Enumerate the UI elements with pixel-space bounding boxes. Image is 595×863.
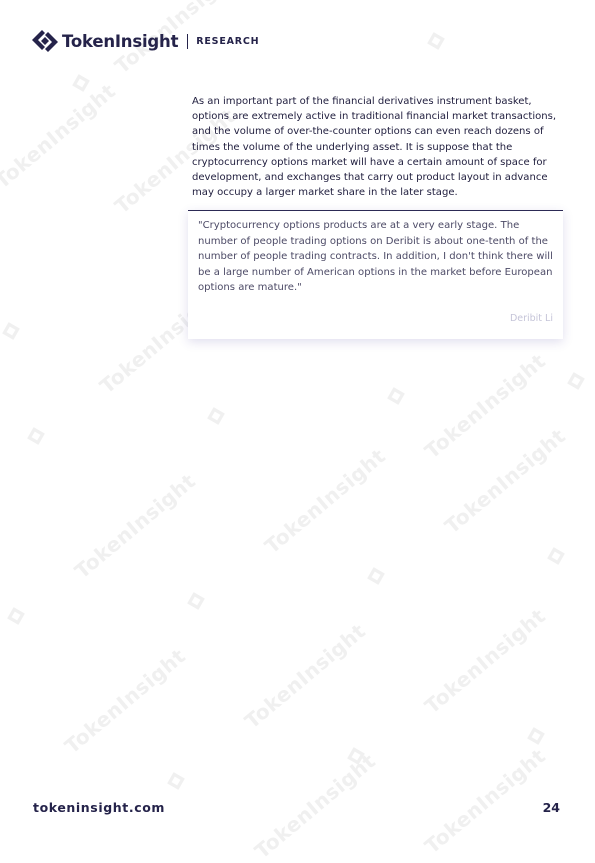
watermark-logo-icon [527,727,545,745]
section-label: RESEARCH [196,35,260,47]
watermark-logo-icon [2,322,20,340]
watermark-logo-icon [547,547,565,565]
watermark-text: TokenInsight [0,78,121,194]
watermark-logo-icon [27,427,45,445]
quote-author: Deribit Li [509,313,553,324]
header-divider [187,33,189,49]
watermark-logo-icon [427,32,445,50]
watermark-logo-icon [367,567,385,585]
watermark-logo-icon [187,592,205,610]
page-header: TokenInsight RESEARCH [32,28,259,54]
watermark-text: TokenInsight [420,348,551,464]
quote-card: "Cryptocurrency options products are at … [188,210,563,339]
watermark-text: TokenInsight [240,618,371,734]
footer-url: tokeninsight.com [33,800,166,815]
brand-name: TokenInsight [62,31,179,51]
watermark-logo-icon [72,74,90,92]
watermark-logo-icon [167,772,185,790]
watermark-text: TokenInsight [420,743,551,859]
watermark-text: TokenInsight [250,748,381,863]
tokeninsight-logo-icon [32,30,58,52]
page-number: 24 [542,800,560,815]
watermark-text: TokenInsight [440,423,571,539]
watermark-logo-icon [347,747,365,765]
watermark-text: TokenInsight [260,443,391,559]
watermark-text: TokenInsight [70,468,201,584]
body-paragraph: As an important part of the financial de… [192,96,557,199]
watermark-text: TokenInsight [60,643,191,759]
watermark-logo-icon [7,607,25,625]
watermark-logo-icon [567,372,585,390]
watermark-logo-icon [207,407,225,425]
watermark-logo-icon [387,387,405,405]
watermark-text: TokenInsight [420,603,551,719]
quote-text: "Cryptocurrency options products are at … [198,220,553,293]
